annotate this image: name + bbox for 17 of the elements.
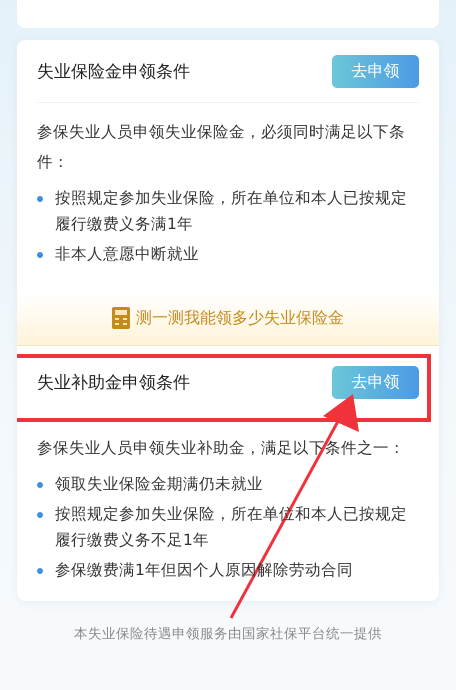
bullet-icon (37, 196, 43, 202)
bullet-icon (37, 252, 43, 258)
bullet-icon (37, 482, 43, 488)
section-title: 失业保险金申领条件 (37, 60, 190, 82)
bullet-icon (37, 512, 43, 518)
footer-text: 本失业保险待遇申领服务由国家社保平台统一提供 (74, 625, 382, 643)
apply-button[interactable]: 去申领 (332, 54, 419, 88)
condition-text: 参保缴费满1年但因个人原因解除劳动合同 (55, 560, 353, 581)
condition-text: 领取失业保险金期满仍未就业 (55, 474, 263, 495)
conditions-intro: 参保失业人员申领失业保险金，必须同时满足以下条件： (37, 122, 406, 173)
condition-text: 按照规定参加失业保险，所在单位和本人已按规定履行缴费义务满1年 (55, 188, 408, 235)
condition-text: 非本人意愿中断就业 (55, 244, 199, 265)
section-title: 失业补助金申领条件 (37, 372, 190, 394)
apply-button[interactable]: 去申领 (332, 366, 419, 398)
bullet-icon (37, 568, 43, 574)
calculator-icon (112, 307, 130, 329)
calculator-link[interactable]: 测一测我能领多少失业保险金 (136, 308, 344, 328)
